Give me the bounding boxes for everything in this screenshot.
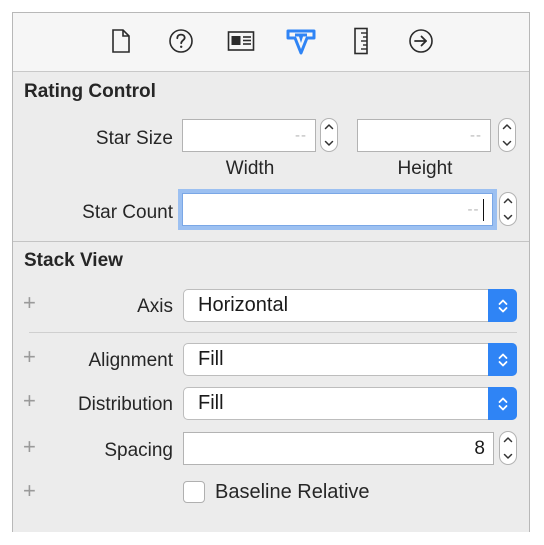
alignment-value: Fill [198,348,224,370]
inspector-tab-bar [13,13,529,72]
section-divider [13,241,529,242]
popup-arrows-icon [488,289,517,322]
star-size-height-stepper[interactable] [498,118,516,152]
width-label: Width [225,158,275,179]
distribution-popup[interactable]: Fill [183,387,517,420]
height-placeholder: -- [470,127,482,144]
tab-quick-help[interactable] [166,26,196,56]
chevron-down-icon [324,140,334,146]
star-count-placeholder: -- [467,201,480,218]
text-caret [482,198,484,221]
chevron-up-icon [502,124,512,130]
star-size-width-stepper[interactable] [320,118,338,152]
baseline-add-variation-button[interactable]: + [23,480,36,502]
chevron-up-icon [503,198,513,204]
star-size-height-field[interactable]: -- [357,119,491,152]
tab-file-inspector[interactable] [106,26,136,56]
star-count-label: Star Count [82,202,173,223]
height-label: Height [397,158,453,179]
distribution-value: Fill [198,392,224,414]
spacing-stepper[interactable] [499,431,517,465]
arrow-circle-icon [409,29,433,53]
baseline-relative-label: Baseline Relative [215,481,370,503]
tab-attributes-inspector[interactable] [286,26,316,56]
distribution-label: Distribution [77,394,173,415]
attributes-shield-icon [286,29,316,55]
tab-connections-inspector[interactable] [406,26,436,56]
alignment-add-variation-button[interactable]: + [23,346,36,368]
chevron-up-icon [324,124,334,130]
tab-size-inspector[interactable] [346,26,376,56]
axis-label: Axis [137,296,173,317]
popup-arrows-icon [488,387,517,420]
star-count-stepper[interactable] [499,192,517,226]
chevron-down-icon [503,214,513,220]
spacing-label: Spacing [104,440,173,461]
baseline-relative-checkbox[interactable] [183,481,205,503]
document-icon [112,29,130,53]
stack-view-title: Stack View [24,250,123,271]
rating-control-title: Rating Control [24,81,156,102]
axis-divider [29,332,517,333]
axis-popup[interactable]: Horizontal [183,289,517,322]
axis-add-variation-button[interactable]: + [23,292,36,314]
star-size-label: Star Size [95,128,173,149]
star-size-width-field[interactable]: -- [182,119,316,152]
question-circle-icon [169,29,193,53]
chevron-up-icon [503,437,513,443]
popup-arrows-icon [488,343,517,376]
spacing-value: 8 [474,437,485,459]
tab-identity-inspector[interactable] [226,26,256,56]
identity-card-icon [227,31,255,51]
alignment-label: Alignment [88,350,174,371]
ruler-icon [354,27,368,55]
spacing-add-variation-button[interactable]: + [23,436,36,458]
axis-value: Horizontal [198,294,289,316]
spacing-field[interactable]: 8 [183,432,494,465]
inspector-panel: Rating Control Star Size -- -- Width Hei… [12,12,530,532]
distribution-add-variation-button[interactable]: + [23,390,36,412]
width-placeholder: -- [295,127,307,144]
star-count-field[interactable]: -- [182,193,493,226]
chevron-down-icon [502,140,512,146]
chevron-down-icon [503,453,513,459]
alignment-popup[interactable]: Fill [183,343,517,376]
